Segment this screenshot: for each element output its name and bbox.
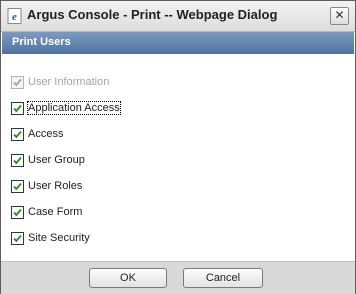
checkbox-user-information (11, 75, 24, 89)
option-label[interactable]: Site Security (28, 232, 90, 244)
checkbox-access[interactable] (11, 127, 24, 141)
checkmark-icon (13, 182, 22, 190)
checkbox-user-roles[interactable] (11, 179, 24, 193)
svg-text:e: e (12, 11, 17, 23)
ie-page-icon: e (7, 8, 22, 24)
option-access[interactable]: Access (11, 126, 63, 142)
close-icon: ✕ (334, 8, 345, 22)
option-application-access[interactable]: Application Access (11, 100, 121, 116)
title-bar[interactable]: e Argus Console - Print -- Webpage Dialo… (1, 1, 355, 32)
checkmark-icon (13, 104, 22, 112)
checkmark-icon (13, 208, 22, 216)
option-site-security[interactable]: Site Security (11, 230, 90, 246)
window-title: Argus Console - Print -- Webpage Dialog (27, 7, 278, 22)
checkmark-icon (13, 130, 22, 138)
option-user-group[interactable]: User Group (11, 152, 85, 168)
option-label[interactable]: Case Form (28, 206, 82, 218)
checkbox-application-access[interactable] (11, 101, 24, 115)
option-user-information: User Information (11, 74, 109, 90)
option-case-form[interactable]: Case Form (11, 204, 82, 220)
ok-button[interactable]: OK (89, 268, 167, 288)
cancel-button[interactable]: Cancel (183, 268, 263, 288)
checkmark-icon (13, 78, 22, 86)
checkbox-site-security[interactable] (11, 231, 24, 245)
checkbox-user-group[interactable] (11, 153, 24, 167)
option-label[interactable]: Access (28, 128, 63, 140)
section-title: Print Users (12, 36, 71, 48)
option-label[interactable]: User Group (28, 154, 85, 166)
option-label: User Information (28, 76, 110, 88)
button-bar: OK Cancel (1, 261, 355, 294)
option-label[interactable]: Application Access (27, 101, 121, 115)
close-button[interactable]: ✕ (330, 7, 349, 25)
section-header: Print Users (2, 32, 354, 54)
dialog-window: e Argus Console - Print -- Webpage Dialo… (0, 0, 356, 294)
checkbox-case-form[interactable] (11, 205, 24, 219)
checkmark-icon (13, 156, 22, 164)
options-list: User Information Application Access Acce… (1, 54, 355, 260)
option-label[interactable]: User Roles (28, 180, 82, 192)
option-user-roles[interactable]: User Roles (11, 178, 82, 194)
checkmark-icon (13, 234, 22, 242)
